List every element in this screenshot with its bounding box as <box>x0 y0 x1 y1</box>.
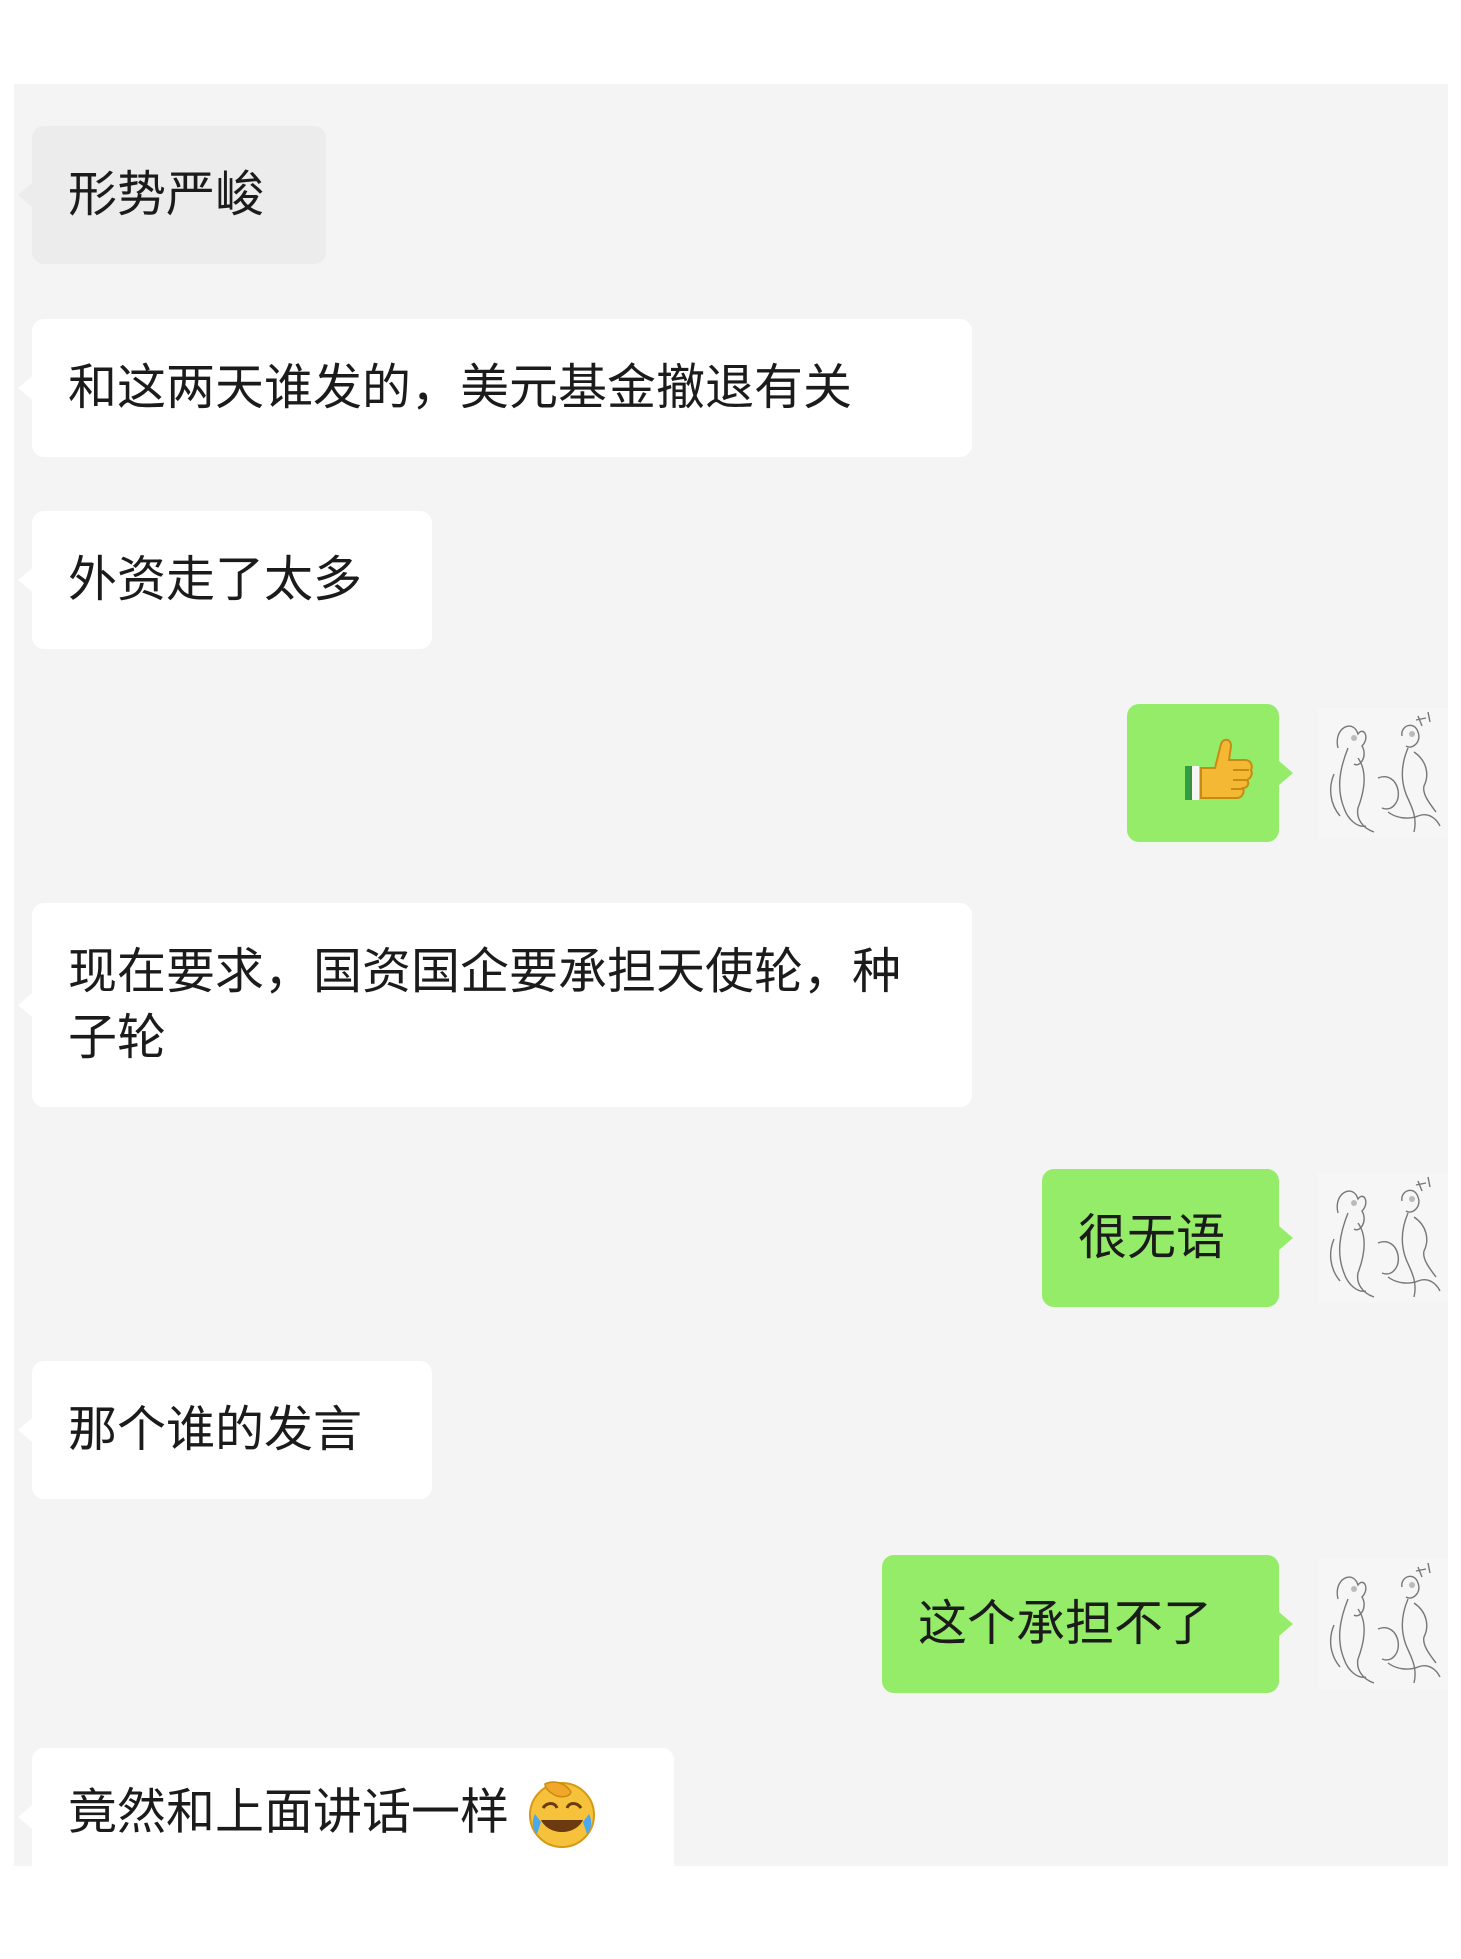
avatar[interactable] <box>1318 1559 1448 1689</box>
thumbs-up-emoji-icon <box>1184 738 1253 800</box>
bubble-tail <box>18 376 32 400</box>
facepalm-laugh-emoji-icon <box>528 1781 595 1848</box>
message-bubble-incoming[interactable]: 形势严峻 <box>18 126 326 264</box>
message-bubble-incoming[interactable]: 那个谁的发言 <box>18 1361 432 1499</box>
message-text: 很无语 <box>1078 1209 1226 1266</box>
bubble-tail <box>18 1418 32 1442</box>
chat-area: 形势严峻 和这两天谁发的，美元基金撤退有关 外资走了太多 现在要求，国资国企要承… <box>14 84 1448 1866</box>
bubble-tail <box>18 183 32 207</box>
bubble-tail <box>1279 761 1293 785</box>
sketch-avatar-icon <box>1318 1559 1448 1689</box>
message-text: 和这两天谁发的，美元基金撤退有关 <box>68 359 853 416</box>
message-bubble-incoming[interactable]: 外资走了太多 <box>18 511 432 649</box>
message-text: 现在要求，国资国企要承担天使轮，种子轮 <box>68 943 902 1066</box>
bubble-tail <box>18 568 32 592</box>
message-bubble-incoming[interactable]: 竟然和上面讲话一样 <box>18 1748 674 1866</box>
message-bubble-incoming[interactable]: 和这两天谁发的，美元基金撤退有关 <box>18 319 972 457</box>
message-bubble-outgoing[interactable]: 这个承担不了 <box>882 1555 1293 1693</box>
message-text: 外资走了太多 <box>68 551 363 608</box>
bubble-tail <box>1279 1612 1293 1636</box>
bubble-tail <box>18 1805 32 1829</box>
bubble-tail <box>1279 1226 1293 1250</box>
avatar[interactable] <box>1318 708 1448 838</box>
message-text: 那个谁的发言 <box>68 1401 363 1458</box>
avatar[interactable] <box>1318 1173 1448 1303</box>
message-bubble-incoming[interactable]: 现在要求，国资国企要承担天使轮，种子轮 <box>18 903 972 1107</box>
bubble-tail <box>18 993 32 1017</box>
sketch-avatar-icon <box>1318 1173 1448 1303</box>
message-text: 竟然和上面讲话一样 <box>68 1783 510 1841</box>
message-bubble-outgoing[interactable]: 很无语 <box>1042 1169 1293 1307</box>
message-text: 这个承担不了 <box>918 1595 1213 1652</box>
message-text: 形势严峻 <box>68 166 265 223</box>
sketch-avatar-icon <box>1318 708 1448 838</box>
message-bubble-outgoing[interactable] <box>1127 704 1293 842</box>
